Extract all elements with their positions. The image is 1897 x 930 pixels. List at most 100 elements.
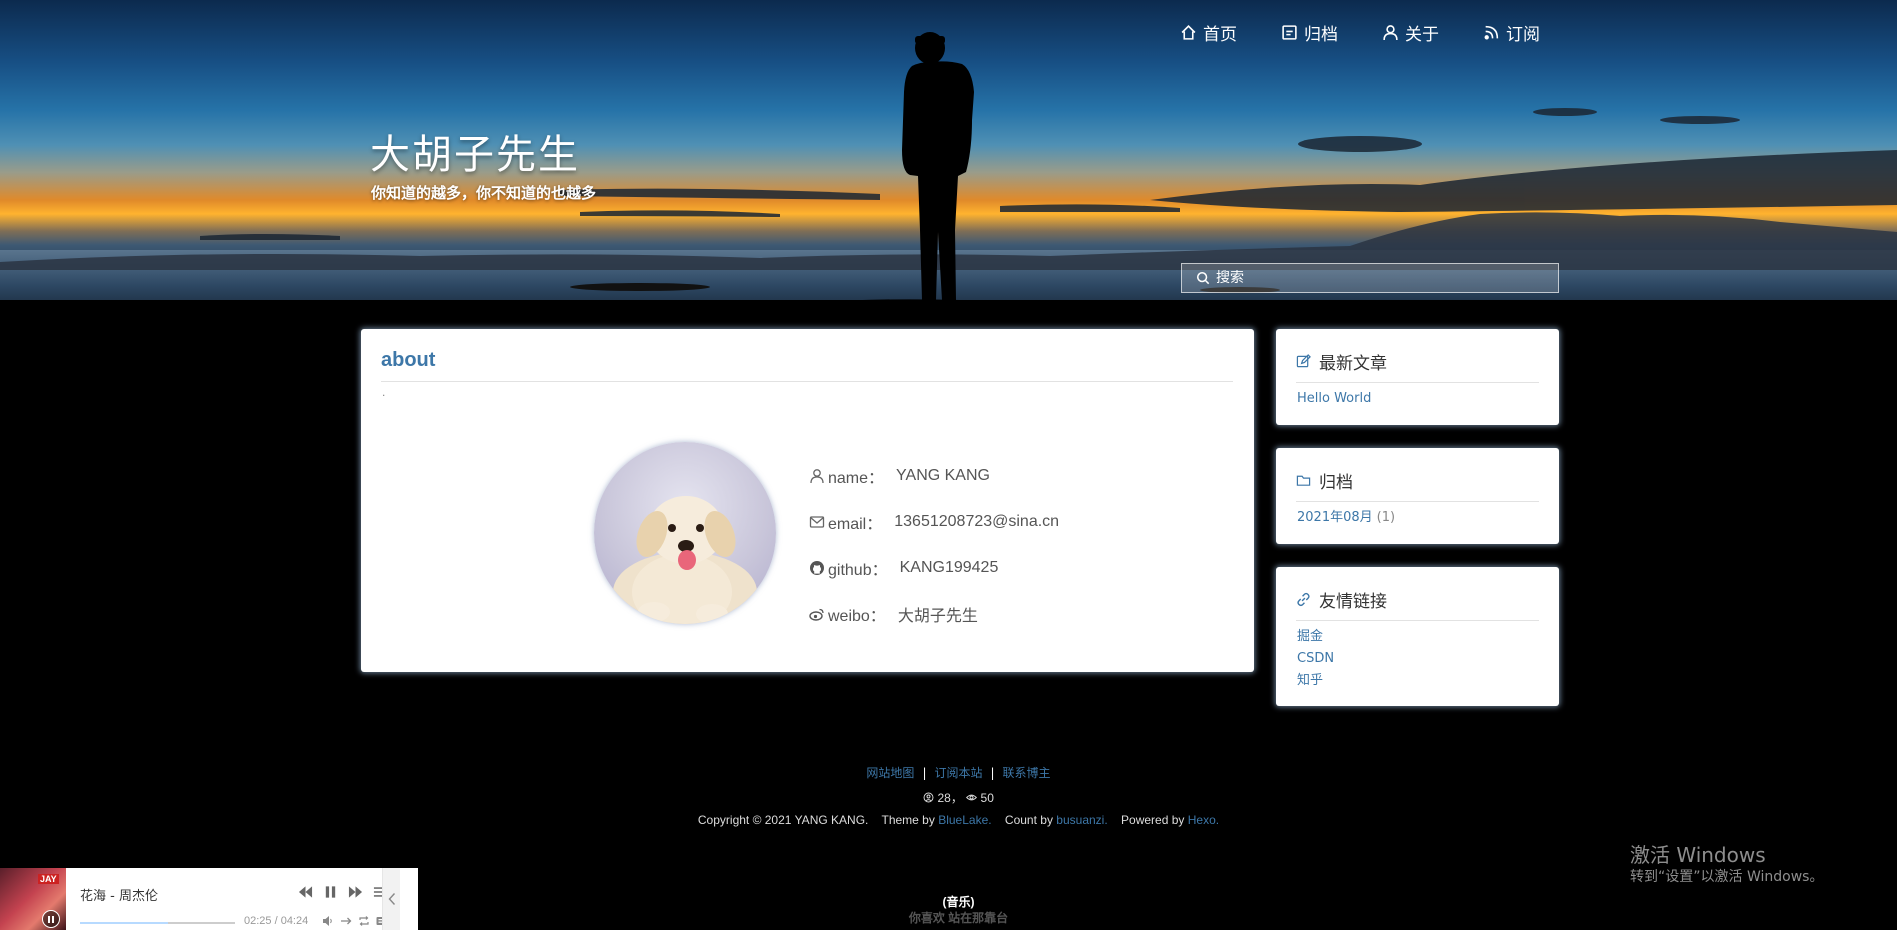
footer-sitemap-link[interactable]: 网站地图 (866, 766, 914, 780)
friend-link-csdn[interactable]: CSDN (1297, 648, 1334, 670)
cover-label: JAY (38, 874, 59, 884)
view-count: 50 (980, 791, 994, 805)
album-cover[interactable]: JAY (0, 868, 66, 930)
folder-icon (1296, 475, 1311, 486)
player-body: 花海 - 周杰伦 02:25 / 04:24 (66, 868, 400, 930)
progress-bar[interactable] (80, 922, 235, 924)
recent-posts-widget: 最新文章 Hello World (1276, 329, 1559, 425)
footer-sep: | (990, 766, 995, 780)
puppy-image (613, 496, 757, 624)
volume-icon[interactable] (322, 915, 334, 927)
progress-fill (80, 922, 169, 924)
about-info: name： YANG KANG email： 13651208723@sina.… (809, 453, 1059, 637)
info-github: github： KANG199425 (809, 545, 1059, 591)
friend-links-list: 掘金 CSDN 知乎 (1297, 626, 1334, 692)
about-dot: . (382, 385, 386, 399)
info-email-label: email： (828, 516, 883, 533)
github-link[interactable]: KANG199425 (900, 559, 999, 577)
archive-label: 归档 (1319, 473, 1353, 492)
collapse-player-button[interactable] (382, 868, 400, 930)
chevron-left-icon (388, 893, 395, 905)
busuanzi-link[interactable]: busuanzi. (1056, 813, 1107, 827)
info-name: name： YANG KANG (809, 453, 1059, 499)
hexo-link[interactable]: Hexo. (1188, 813, 1219, 827)
count-prefix: Count by (1004, 813, 1053, 827)
friend-links-title: 友情链接 (1296, 587, 1387, 612)
mail-icon (809, 516, 825, 528)
copyright-text: Copyright © 2021 YANG KANG. (697, 813, 869, 827)
visitor-icon (923, 792, 934, 803)
site-subtitle: 你知道的越多，你不知道的也越多 (371, 184, 597, 202)
site-title[interactable]: 大胡子先生 (370, 122, 580, 180)
pause-icon[interactable] (323, 885, 338, 899)
recent-posts-label: 最新文章 (1319, 354, 1387, 373)
divider (381, 381, 1233, 382)
song-title: 花海 - 周杰伦 (80, 889, 158, 904)
footer-links: 网站地图 | 订阅本站 | 联系博主 (0, 764, 1897, 781)
recent-posts-list: Hello World (1297, 388, 1371, 410)
info-weibo: weibo： 大胡子先生 (809, 591, 1059, 637)
stats-sep: ， (950, 791, 963, 805)
hero-banner (0, 0, 1897, 345)
archive-list: 2021年08月 (1) (1297, 507, 1395, 529)
edit-icon (1296, 354, 1311, 368)
archive-item[interactable]: 2021年08月 (1) (1297, 507, 1395, 529)
friend-link-juejin[interactable]: 掘金 (1297, 626, 1334, 648)
theme-prefix: Theme by (881, 813, 935, 827)
archive-month[interactable]: 2021年08月 (1297, 510, 1373, 525)
play-time: 02:25 / 04:24 (244, 915, 309, 927)
eye-icon (966, 794, 978, 801)
friend-links-widget: 友情链接 掘金 CSDN 知乎 (1276, 567, 1559, 706)
nav-rss[interactable]: 订阅 (1483, 20, 1540, 45)
home-icon (1181, 24, 1196, 40)
player-mini-controls (322, 915, 388, 927)
nav-archive[interactable]: 归档 (1281, 20, 1338, 45)
info-github-label: github： (828, 562, 888, 579)
next-icon[interactable] (348, 885, 363, 899)
pause-icon[interactable] (42, 910, 60, 928)
footer-contact-link[interactable]: 联系博主 (1003, 766, 1051, 780)
user-icon (1383, 25, 1398, 40)
footer-sep: | (922, 766, 927, 780)
info-email: email： 13651208723@sina.cn (809, 499, 1059, 545)
friend-link-zhihu[interactable]: 知乎 (1297, 670, 1334, 692)
archive-title: 归档 (1296, 468, 1353, 493)
footer-stats: 28， 50 (0, 789, 1897, 806)
windows-activation-title: 激活 Windows (1630, 843, 1766, 867)
user-icon (810, 469, 824, 484)
nav-about-label: 关于 (1405, 25, 1439, 44)
order-icon[interactable] (340, 915, 352, 927)
windows-activation-subtitle: 转到“设置”以激活 Windows。 (1630, 869, 1824, 885)
info-name-value: YANG KANG (896, 467, 990, 484)
archive-icon (1282, 25, 1297, 40)
info-name-label: name： (828, 470, 885, 487)
divider (1296, 501, 1539, 502)
recent-posts-title: 最新文章 (1296, 349, 1387, 374)
player-controls (298, 885, 388, 899)
email-link[interactable]: 13651208723@sina.cn (894, 513, 1059, 531)
loop-icon[interactable] (358, 915, 370, 927)
archive-count: (1) (1376, 510, 1396, 525)
search-input[interactable] (1216, 270, 1546, 286)
music-player: JAY 花海 - 周杰伦 02:25 / 04:24 (0, 868, 418, 930)
powered-prefix: Powered by (1121, 813, 1185, 827)
github-icon (810, 561, 824, 575)
nav-rss-label: 订阅 (1506, 25, 1540, 44)
about-card: about . name： YANG KANG email： 136512087… (361, 329, 1254, 672)
rss-icon (1484, 25, 1499, 40)
nav-home[interactable]: 首页 (1180, 20, 1237, 45)
prev-icon[interactable] (298, 885, 313, 899)
search-icon (1196, 271, 1210, 285)
recent-post-link[interactable]: Hello World (1297, 388, 1371, 410)
visitor-count: 28 (937, 791, 951, 805)
weibo-link[interactable]: 大胡子先生 (898, 602, 978, 626)
about-title[interactable]: about (381, 349, 435, 372)
nav-about[interactable]: 关于 (1382, 20, 1439, 45)
footer-subscribe-link[interactable]: 订阅本站 (934, 766, 982, 780)
link-icon (1297, 592, 1310, 607)
avatar (594, 442, 776, 624)
weibo-icon (809, 608, 824, 621)
theme-link[interactable]: BlueLake. (938, 813, 991, 827)
copyright: Copyright © 2021 YANG KANG. Theme by Blu… (0, 813, 1897, 827)
search-box[interactable] (1181, 263, 1559, 293)
